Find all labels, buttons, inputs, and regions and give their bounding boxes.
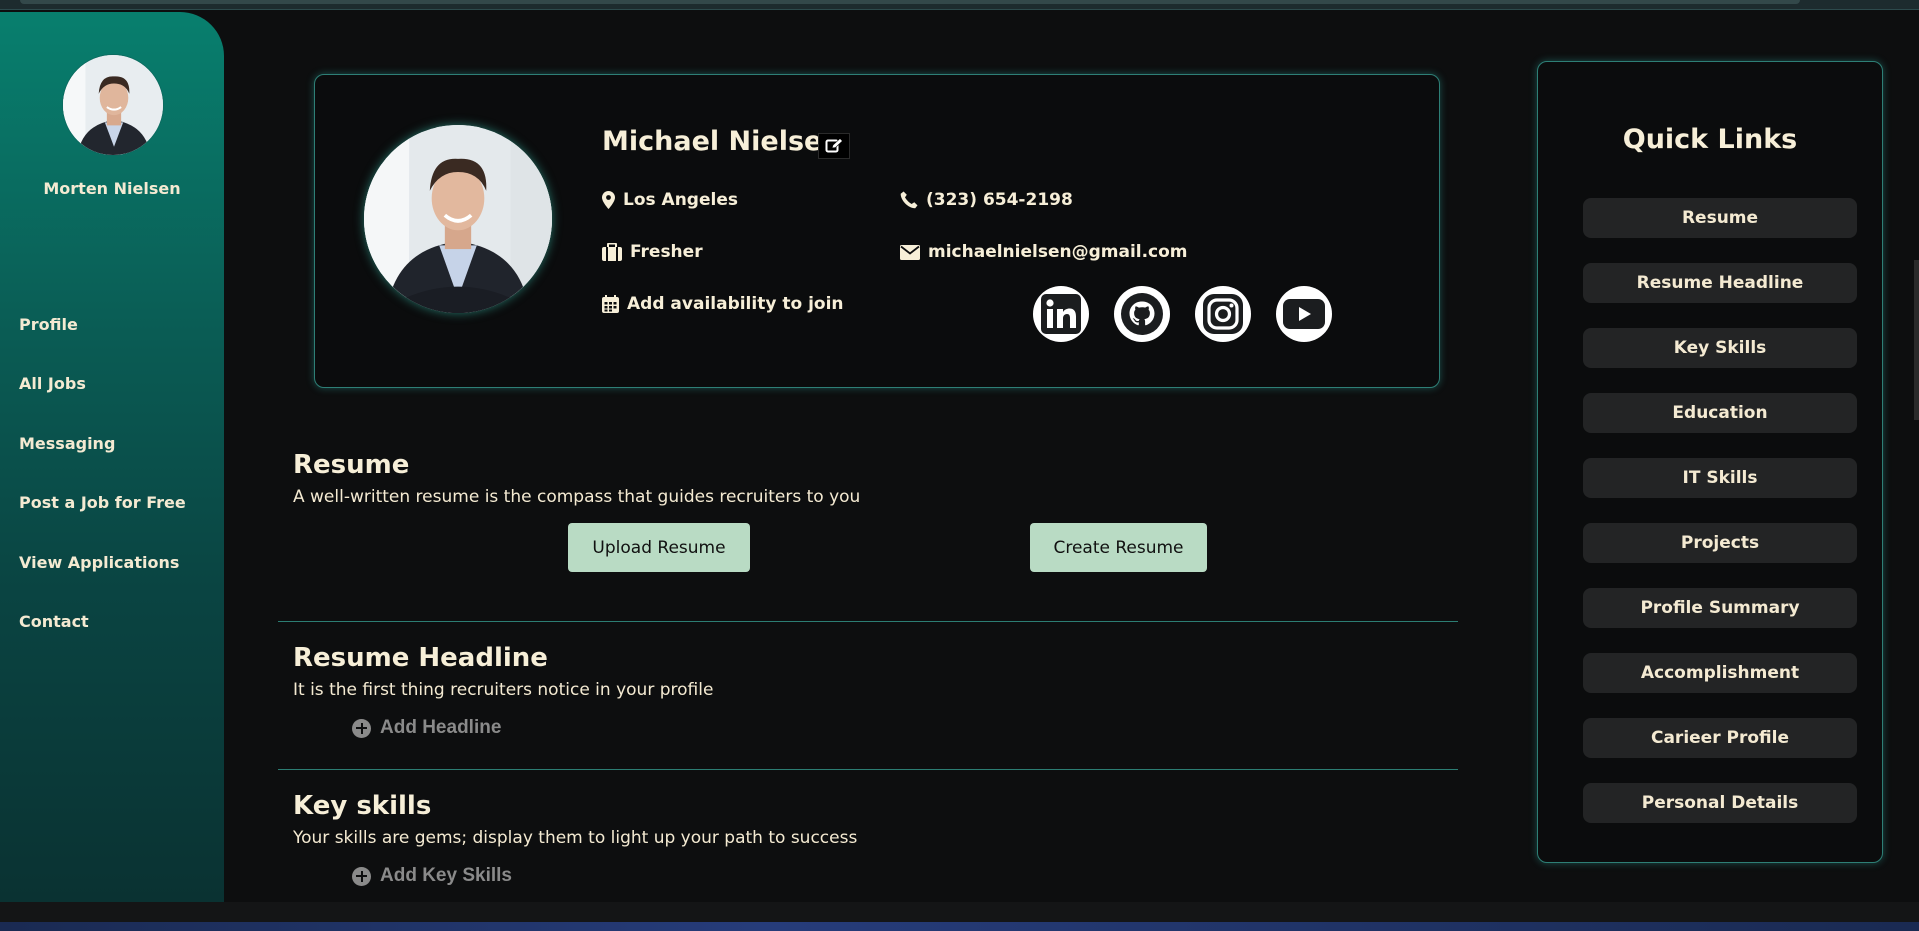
profile-location: Los Angeles <box>602 190 738 210</box>
add-key-skills-link[interactable]: Add Key Skills <box>352 865 512 887</box>
taskbar <box>0 902 1919 931</box>
edit-profile-button[interactable] <box>818 133 850 159</box>
github-icon <box>1121 293 1163 335</box>
headline-section-subtitle: It is the first thing recruiters notice … <box>293 680 714 700</box>
sidebar-item-profile[interactable]: Profile <box>19 310 186 369</box>
sidebar: Morten Nielsen Profile All Jobs Messagin… <box>0 12 224 902</box>
phone-text: (323) 654-2198 <box>926 190 1073 210</box>
profile-name: Michael Nielsen <box>602 126 842 157</box>
quick-link-resume[interactable]: Resume <box>1583 198 1857 238</box>
profile-photo <box>364 125 552 313</box>
linkedin-icon <box>1041 294 1081 334</box>
resume-section-subtitle: A well-written resume is the compass tha… <box>293 487 861 507</box>
sidebar-item-all-jobs[interactable]: All Jobs <box>19 369 186 428</box>
edit-icon <box>825 138 843 153</box>
headline-section-title: Resume Headline <box>293 643 548 673</box>
taskbar-strip <box>0 922 1919 931</box>
availability-text: Add availability to join <box>627 294 844 314</box>
sidebar-item-contact[interactable]: Contact <box>19 607 186 666</box>
add-key-skills-label: Add Key Skills <box>380 865 512 886</box>
quick-link-profile-summary[interactable]: Profile Summary <box>1583 588 1857 628</box>
browser-top-bar <box>0 0 1919 10</box>
youtube-link[interactable] <box>1276 286 1332 342</box>
add-headline-link[interactable]: Add Headline <box>352 717 501 739</box>
profile-availability[interactable]: Add availability to join <box>602 294 844 314</box>
quick-link-resume-headline[interactable]: Resume Headline <box>1583 263 1857 303</box>
upload-resume-button[interactable]: Upload Resume <box>568 523 750 572</box>
youtube-icon <box>1283 299 1325 329</box>
calendar-icon <box>602 295 619 313</box>
create-resume-button[interactable]: Create Resume <box>1030 523 1207 572</box>
quick-link-education[interactable]: Education <box>1583 393 1857 433</box>
phone-icon <box>900 191 918 209</box>
sidebar-item-view-applications[interactable]: View Applications <box>19 548 186 607</box>
quick-links-panel: Quick Links Resume Resume Headline Key S… <box>1537 61 1883 863</box>
location-text: Los Angeles <box>623 190 738 210</box>
quick-link-projects[interactable]: Projects <box>1583 523 1857 563</box>
quick-links-title: Quick Links <box>1622 124 1798 155</box>
add-headline-label: Add Headline <box>380 717 502 738</box>
email-text: michaelnielsen@gmail.com <box>928 242 1188 262</box>
experience-text: Fresher <box>630 242 703 262</box>
skills-section-title: Key skills <box>293 791 432 821</box>
profile-phone: (323) 654-2198 <box>900 190 1073 210</box>
sidebar-nav: Profile All Jobs Messaging Post a Job fo… <box>19 310 186 666</box>
profile-email: michaelnielsen@gmail.com <box>900 242 1188 262</box>
plus-circle-icon <box>352 718 371 738</box>
envelope-icon <box>900 244 920 260</box>
quick-link-it-skills[interactable]: IT Skills <box>1583 458 1857 498</box>
quick-link-key-skills[interactable]: Key Skills <box>1583 328 1857 368</box>
profile-card: Michael Nielsen Los Angeles Fresher Add … <box>314 74 1440 388</box>
profile-experience: Fresher <box>602 242 703 262</box>
instagram-icon <box>1203 294 1243 334</box>
briefcase-icon <box>602 243 622 261</box>
github-link[interactable] <box>1114 286 1170 342</box>
resume-section-title: Resume <box>293 450 410 480</box>
sidebar-item-post-job[interactable]: Post a Job for Free <box>19 488 186 547</box>
instagram-link[interactable] <box>1195 286 1251 342</box>
skills-section-subtitle: Your skills are gems; display them to li… <box>293 828 858 848</box>
avatar[interactable] <box>62 54 164 156</box>
map-pin-icon <box>602 191 615 209</box>
quick-link-personal-details[interactable]: Personal Details <box>1583 783 1857 823</box>
section-divider <box>278 769 1458 770</box>
scrollbar[interactable] <box>1914 260 1919 420</box>
plus-circle-icon <box>352 866 371 886</box>
quick-link-accomplishment[interactable]: Accomplishment <box>1583 653 1857 693</box>
tab-strip <box>20 0 1800 4</box>
section-divider <box>278 621 1458 622</box>
quick-link-career-profile[interactable]: Carieer Profile <box>1583 718 1857 758</box>
sidebar-item-messaging[interactable]: Messaging <box>19 429 186 488</box>
sidebar-user-name: Morten Nielsen <box>43 179 181 198</box>
linkedin-link[interactable] <box>1033 286 1089 342</box>
